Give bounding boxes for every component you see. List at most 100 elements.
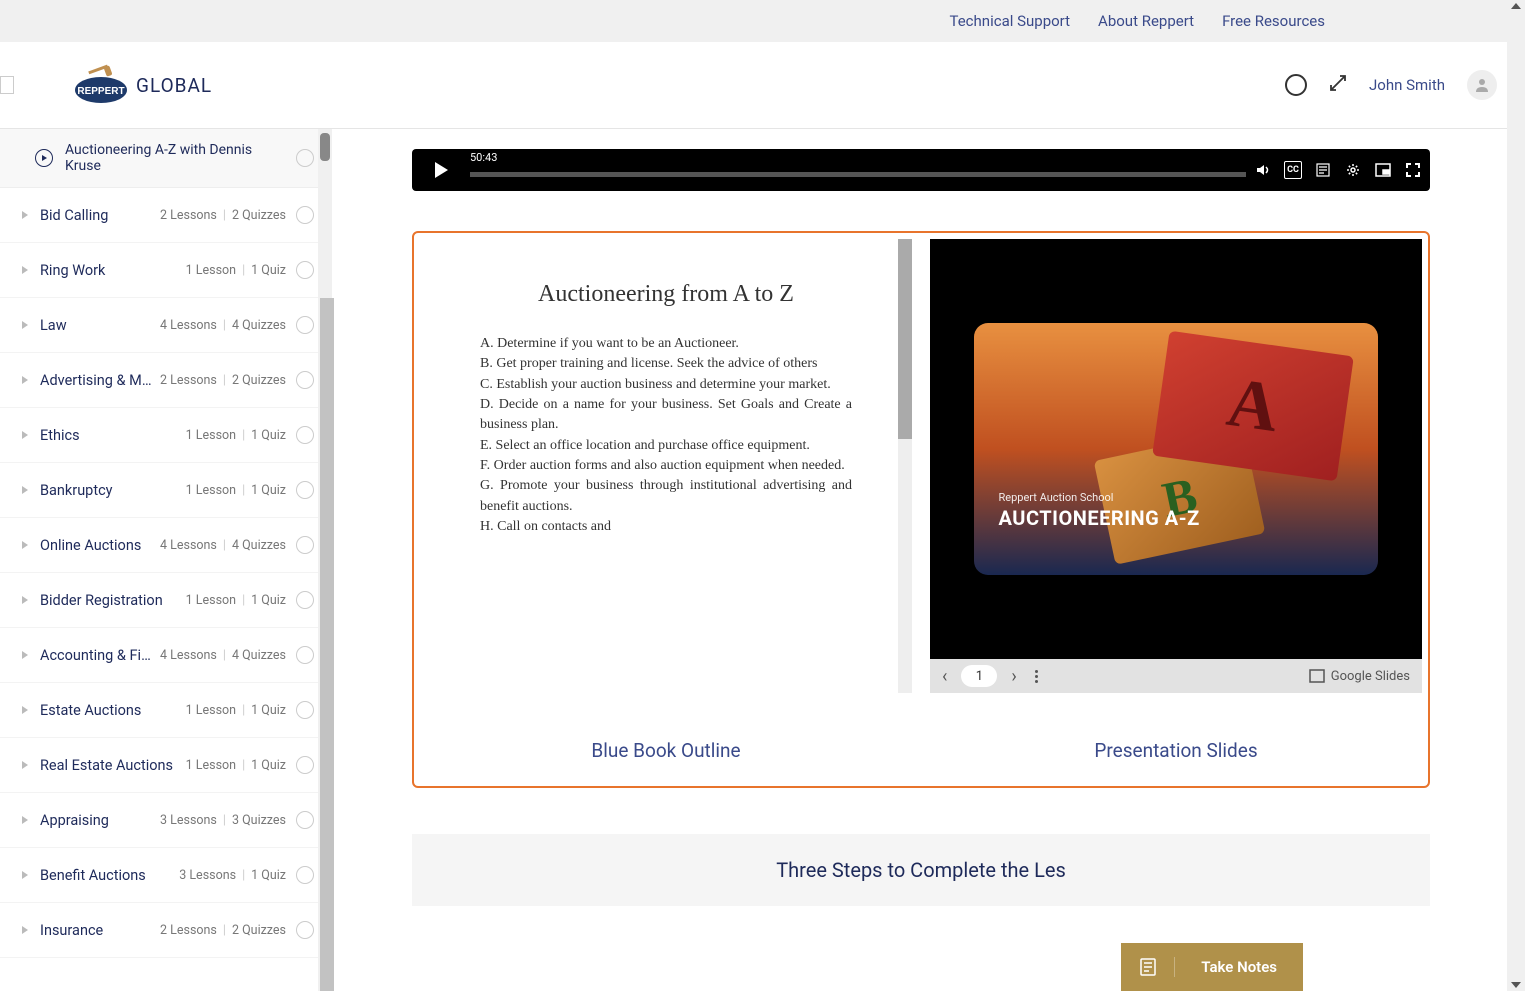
section-title: Online Auctions xyxy=(40,537,160,554)
section-row[interactable]: Online Auctions 4 Lessons|4 Quizzes xyxy=(0,518,332,573)
section-row[interactable]: Real Estate Auctions 1 Lesson|1 Quiz xyxy=(0,738,332,793)
documents-box: Auctioneering from A to Z A. Determine i… xyxy=(412,231,1430,788)
chevron-right-icon xyxy=(22,871,28,879)
sidebar-toggle[interactable] xyxy=(0,76,14,94)
scroll-up-arrow[interactable] xyxy=(1511,3,1521,9)
logo[interactable]: REPPERT GLOBAL xyxy=(70,64,212,106)
settings-icon[interactable] xyxy=(1344,161,1362,179)
chevron-right-icon xyxy=(22,211,28,219)
section-row[interactable]: Bidder Registration 1 Lesson|1 Quiz xyxy=(0,573,332,628)
take-notes-button[interactable]: Take Notes xyxy=(1121,943,1303,991)
section-title: Bid Calling xyxy=(40,207,160,224)
sidebar: Auctioneering A-Z with Dennis Kruse Bid … xyxy=(0,129,332,991)
section-status-circle xyxy=(296,591,314,609)
chevron-right-icon xyxy=(22,321,28,329)
slide-title: AUCTIONEERING A-Z xyxy=(998,506,1199,530)
slide-image: B A Reppert Auction School AUCTIONEERING… xyxy=(974,323,1377,575)
svg-text:REPPERT: REPPERT xyxy=(77,86,124,97)
avatar[interactable] xyxy=(1467,70,1497,100)
section-status-circle xyxy=(296,646,314,664)
chevron-right-icon xyxy=(22,596,28,604)
chevron-right-icon xyxy=(22,706,28,714)
slides-toolbar: ‹ 1 › Google Slides xyxy=(930,659,1422,693)
section-status-circle xyxy=(296,701,314,719)
section-meta: 4 Lessons|4 Quizzes xyxy=(160,318,286,333)
video-play-button[interactable] xyxy=(420,154,462,186)
volume-icon[interactable] xyxy=(1254,161,1272,179)
current-lesson[interactable]: Auctioneering A-Z with Dennis Kruse xyxy=(0,129,332,188)
chevron-right-icon xyxy=(22,816,28,824)
book-title: Auctioneering from A to Z xyxy=(480,279,852,310)
slide-next-icon[interactable]: › xyxy=(1011,666,1016,687)
chevron-right-icon xyxy=(22,761,28,769)
google-slides-link[interactable]: Google Slides xyxy=(1309,669,1410,684)
section-meta: 1 Lesson|1 Quiz xyxy=(186,703,286,718)
section-title: Estate Auctions xyxy=(40,702,186,719)
chevron-right-icon xyxy=(22,926,28,934)
section-meta: 2 Lessons|2 Quizzes xyxy=(160,208,286,223)
section-row[interactable]: Appraising 3 Lessons|3 Quizzes xyxy=(0,793,332,848)
section-status-circle xyxy=(296,371,314,389)
slide-page-number[interactable]: 1 xyxy=(961,665,997,687)
current-lesson-title: Auctioneering A-Z with Dennis Kruse xyxy=(65,142,284,174)
book-scrollbar[interactable] xyxy=(898,239,912,693)
section-meta: 4 Lessons|4 Quizzes xyxy=(160,538,286,553)
section-row[interactable]: Bid Calling 2 Lessons|2 Quizzes xyxy=(0,188,332,243)
expand-icon[interactable] xyxy=(1329,74,1347,96)
section-row[interactable]: Benefit Auctions 3 Lessons|1 Quiz xyxy=(0,848,332,903)
chevron-right-icon xyxy=(22,266,28,274)
section-status-circle xyxy=(296,811,314,829)
section-meta: 1 Lesson|1 Quiz xyxy=(186,263,286,278)
section-row[interactable]: Ring Work 1 Lesson|1 Quiz xyxy=(0,243,332,298)
slide-menu-icon[interactable] xyxy=(1035,670,1038,683)
section-title: Accounting & Fina... xyxy=(40,647,160,664)
section-row[interactable]: Law 4 Lessons|4 Quizzes xyxy=(0,298,332,353)
section-meta: 3 Lessons|1 Quiz xyxy=(179,868,286,883)
video-progress[interactable]: 50:43 xyxy=(470,156,1246,184)
slide-subtitle: Reppert Auction School xyxy=(998,491,1199,504)
chevron-right-icon xyxy=(22,376,28,384)
section-title: Ethics xyxy=(40,427,186,444)
section-meta: 3 Lessons|3 Quizzes xyxy=(160,813,286,828)
section-title: Ring Work xyxy=(40,262,186,279)
chevron-right-icon xyxy=(22,651,28,659)
section-title: Real Estate Auctions xyxy=(40,757,186,774)
section-status-circle xyxy=(296,866,314,884)
cc-icon[interactable]: CC xyxy=(1284,161,1302,179)
next-section-title: Three Steps to Complete the Les xyxy=(436,858,1406,882)
slide-prev-icon[interactable]: ‹ xyxy=(942,666,947,687)
section-row[interactable]: Ethics 1 Lesson|1 Quiz xyxy=(0,408,332,463)
fullscreen-icon[interactable] xyxy=(1404,161,1422,179)
section-meta: 1 Lesson|1 Quiz xyxy=(186,428,286,443)
section-meta: 1 Lesson|1 Quiz xyxy=(186,483,286,498)
section-meta: 4 Lessons|4 Quizzes xyxy=(160,648,286,663)
section-title: Advertising & Mar... xyxy=(40,372,160,389)
video-duration: 50:43 xyxy=(470,151,497,164)
user-name[interactable]: John Smith xyxy=(1369,76,1445,94)
section-row[interactable]: Estate Auctions 1 Lesson|1 Quiz xyxy=(0,683,332,738)
presentation-label: Presentation Slides xyxy=(930,739,1422,762)
free-resources-link[interactable]: Free Resources xyxy=(1222,12,1325,30)
blue-book-pane[interactable]: Auctioneering from A to Z A. Determine i… xyxy=(420,239,912,693)
top-nav-bar: Technical Support About Reppert Free Res… xyxy=(0,0,1525,42)
transcript-icon[interactable] xyxy=(1314,161,1332,179)
section-row[interactable]: Accounting & Fina... 4 Lessons|4 Quizzes xyxy=(0,628,332,683)
section-status-circle xyxy=(296,261,314,279)
about-link[interactable]: About Reppert xyxy=(1098,12,1194,30)
book-body: A. Determine if you want to be an Auctio… xyxy=(480,334,852,537)
notes-button-label: Take Notes xyxy=(1175,958,1303,976)
section-row[interactable]: Insurance 2 Lessons|2 Quizzes xyxy=(0,903,332,958)
slides-pane[interactable]: B A Reppert Auction School AUCTIONEERING… xyxy=(930,239,1422,693)
section-meta: 1 Lesson|1 Quiz xyxy=(186,593,286,608)
pip-icon[interactable] xyxy=(1374,161,1392,179)
logo-text: GLOBAL xyxy=(136,74,212,97)
dark-mode-icon[interactable] xyxy=(1285,74,1307,96)
section-title: Benefit Auctions xyxy=(40,867,179,884)
section-title: Insurance xyxy=(40,922,160,939)
section-row[interactable]: Bankruptcy 1 Lesson|1 Quiz xyxy=(0,463,332,518)
section-status-circle xyxy=(296,426,314,444)
section-row[interactable]: Advertising & Mar... 2 Lessons|2 Quizzes xyxy=(0,353,332,408)
section-status-circle xyxy=(296,536,314,554)
technical-support-link[interactable]: Technical Support xyxy=(950,12,1071,30)
logo-badge-icon: REPPERT xyxy=(70,64,132,106)
